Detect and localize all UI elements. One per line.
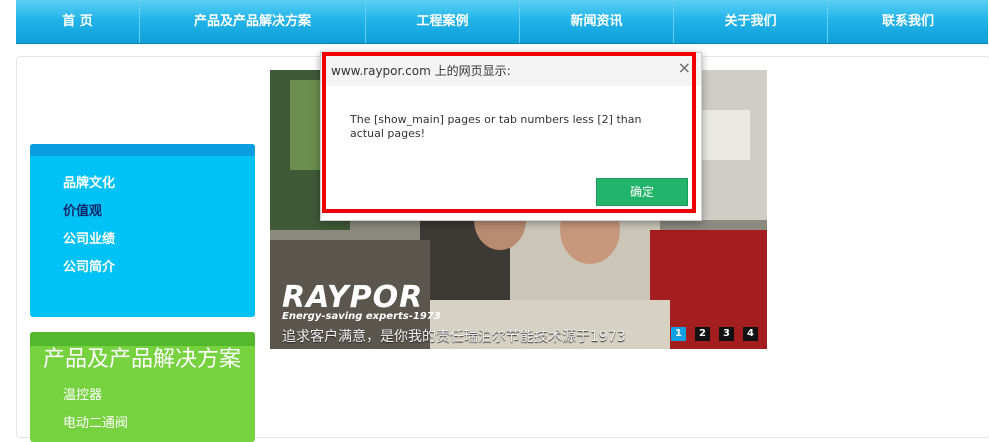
close-icon[interactable]: × bbox=[678, 60, 691, 76]
products-menu-item-valve[interactable]: 电动二通阀 bbox=[63, 410, 255, 438]
logo-tagline: Energy-saving experts-1973 bbox=[282, 311, 441, 322]
about-menu-item-performance[interactable]: 公司业绩 bbox=[63, 226, 255, 254]
raypor-logo: RAYPOR Energy-saving experts-1973 bbox=[282, 280, 441, 322]
about-menu-item-values[interactable]: 价值观 bbox=[63, 198, 255, 226]
banner-page-1[interactable]: 1 bbox=[671, 327, 686, 341]
main-nav: 首 页 产品及产品解决方案 工程案例 新闻资讯 关于我们 联系我们 bbox=[16, 0, 988, 44]
nav-item-news[interactable]: 新闻资讯 bbox=[520, 0, 674, 43]
alert-dialog: www.raypor.com 上的网页显示: × The [show_main]… bbox=[320, 52, 702, 221]
about-menu-strip bbox=[30, 144, 255, 156]
about-menu-list: 品牌文化 价值观 公司业绩 公司简介 bbox=[30, 156, 255, 282]
dialog-message: The [show_main] pages or tab numbers les… bbox=[350, 113, 642, 140]
dialog-titlebar: www.raypor.com 上的网页显示: × bbox=[321, 53, 701, 86]
banner-pager: 1 2 3 4 bbox=[671, 327, 758, 341]
banner-page-2[interactable]: 2 bbox=[695, 327, 710, 341]
about-menu-box: 品牌文化 价值观 公司业绩 公司简介 bbox=[30, 144, 255, 317]
banner-page-4[interactable]: 4 bbox=[743, 327, 758, 341]
logo-word: RAYPOR bbox=[282, 280, 424, 315]
ok-button[interactable]: 确定 bbox=[596, 178, 688, 206]
products-menu-list: 温控器 电动二通阀 bbox=[30, 376, 255, 438]
banner-caption: 追求客户满意，是你我的责任瑞泊尔节能技术源于1973 bbox=[282, 329, 626, 345]
nav-item-about[interactable]: 关于我们 bbox=[674, 0, 828, 43]
products-menu-title: 产品及产品解决方案 bbox=[43, 347, 242, 372]
nav-item-products[interactable]: 产品及产品解决方案 bbox=[140, 0, 366, 43]
products-menu-item-thermostat[interactable]: 温控器 bbox=[63, 382, 255, 410]
nav-item-cases[interactable]: 工程案例 bbox=[366, 0, 520, 43]
products-menu-strip bbox=[30, 332, 255, 346]
nav-item-contact[interactable]: 联系我们 bbox=[828, 0, 988, 43]
nav-item-home[interactable]: 首 页 bbox=[16, 0, 140, 43]
dialog-title: www.raypor.com 上的网页显示: bbox=[331, 64, 511, 78]
products-menu-box: 产品及产品解决方案 温控器 电动二通阀 bbox=[30, 332, 255, 442]
about-menu-item-profile[interactable]: 公司简介 bbox=[63, 254, 255, 282]
banner-page-3[interactable]: 3 bbox=[719, 327, 734, 341]
about-menu-item-brand-culture[interactable]: 品牌文化 bbox=[63, 170, 255, 198]
